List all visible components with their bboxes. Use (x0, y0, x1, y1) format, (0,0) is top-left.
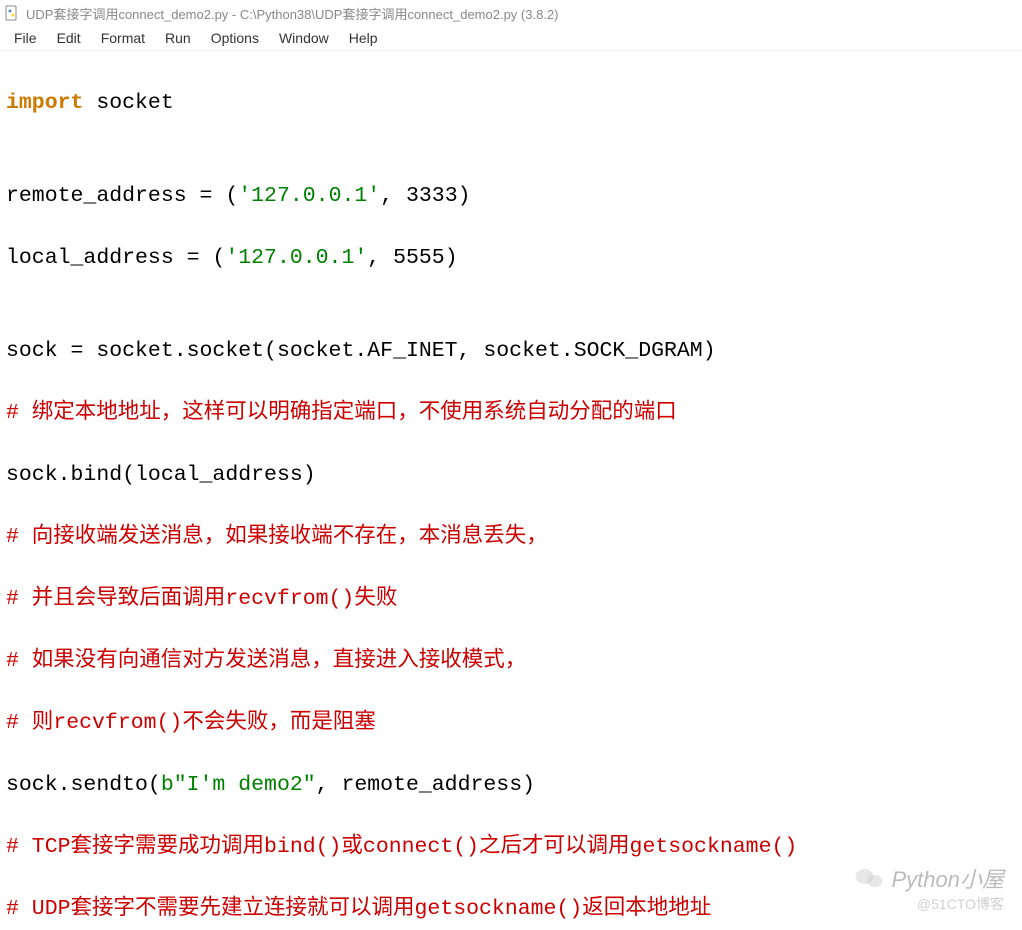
keyword-import: import (6, 91, 83, 115)
menu-help[interactable]: Help (339, 28, 388, 48)
code-line: sock.bind(local_address) (6, 460, 1016, 491)
menu-edit[interactable]: Edit (47, 28, 91, 48)
menubar: File Edit Format Run Options Window Help (0, 26, 1022, 51)
code-line: sock = socket.socket(socket.AF_INET, soc… (6, 336, 1016, 367)
wechat-icon (854, 866, 884, 890)
python-file-icon (4, 5, 20, 21)
menu-options[interactable]: Options (201, 28, 269, 48)
titlebar: UDP套接字调用connect_demo2.py - C:\Python38\U… (0, 0, 1022, 26)
code-line: remote_address = ('127.0.0.1', 3333) (6, 181, 1016, 212)
menu-run[interactable]: Run (155, 28, 201, 48)
menu-format[interactable]: Format (91, 28, 155, 48)
code-line: # 则recvfrom()不会失败，而是阻塞 (6, 708, 1016, 739)
menu-window[interactable]: Window (269, 28, 339, 48)
code-line: import socket (6, 88, 1016, 119)
code-line: sock.sendto(b"I'm demo2", remote_address… (6, 770, 1016, 801)
code-line: # 向接收端发送消息，如果接收端不存在，本消息丢失， (6, 522, 1016, 553)
window-title: UDP套接字调用connect_demo2.py - C:\Python38\U… (26, 4, 559, 23)
watermark-main: Python小屋 (854, 862, 1005, 894)
string-literal: '127.0.0.1' (225, 246, 367, 270)
code-line: # 并且会导致后面调用recvfrom()失败 (6, 584, 1016, 615)
code-line: local_address = ('127.0.0.1', 5555) (6, 243, 1016, 274)
string-literal: '127.0.0.1' (238, 184, 380, 208)
string-literal: b"I'm demo2" (161, 773, 316, 797)
code-line: # UDP套接字不需要先建立连接就可以调用getsockname()返回本地地址 (6, 894, 1016, 925)
code-line: # TCP套接字需要成功调用bind()或connect()之后才可以调用get… (6, 832, 1016, 863)
code-line: # 绑定本地地址，这样可以明确指定端口，不使用系统自动分配的端口 (6, 398, 1016, 429)
menu-file[interactable]: File (4, 28, 47, 48)
code-editor[interactable]: import socket remote_address = ('127.0.0… (0, 51, 1022, 930)
watermark-sub: @51CTO博客 (917, 894, 1004, 914)
code-line: # 如果没有向通信对方发送消息，直接进入接收模式， (6, 646, 1016, 677)
